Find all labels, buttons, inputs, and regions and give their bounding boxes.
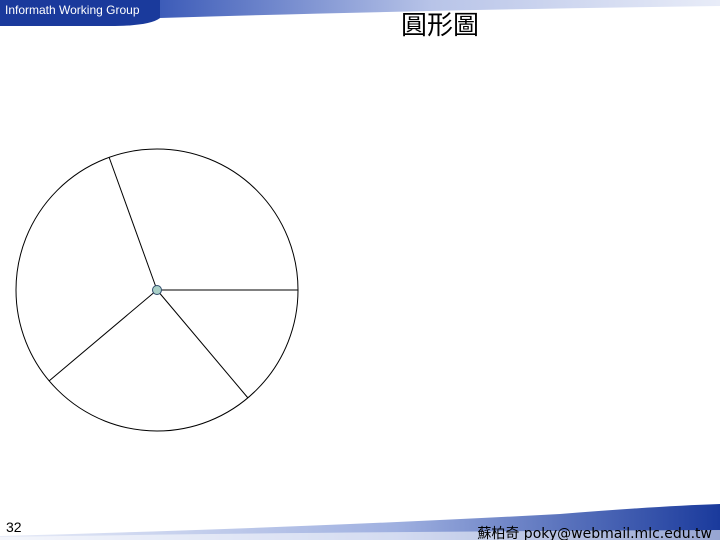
page-number: 32: [6, 519, 22, 535]
center-point[interactable]: [152, 285, 162, 295]
slide: Informath Working Group 圓形圖 32 蘇柏奇 poky@…: [0, 0, 720, 540]
radius-line-lower-right: [156, 289, 249, 399]
radius-line-lower-left: [48, 289, 158, 382]
radius-line-upper-left: [108, 156, 158, 291]
pie-diagram: [15, 148, 299, 432]
footer-contact: 蘇柏奇 poky@webmail.mlc.edu.tw: [477, 526, 712, 540]
